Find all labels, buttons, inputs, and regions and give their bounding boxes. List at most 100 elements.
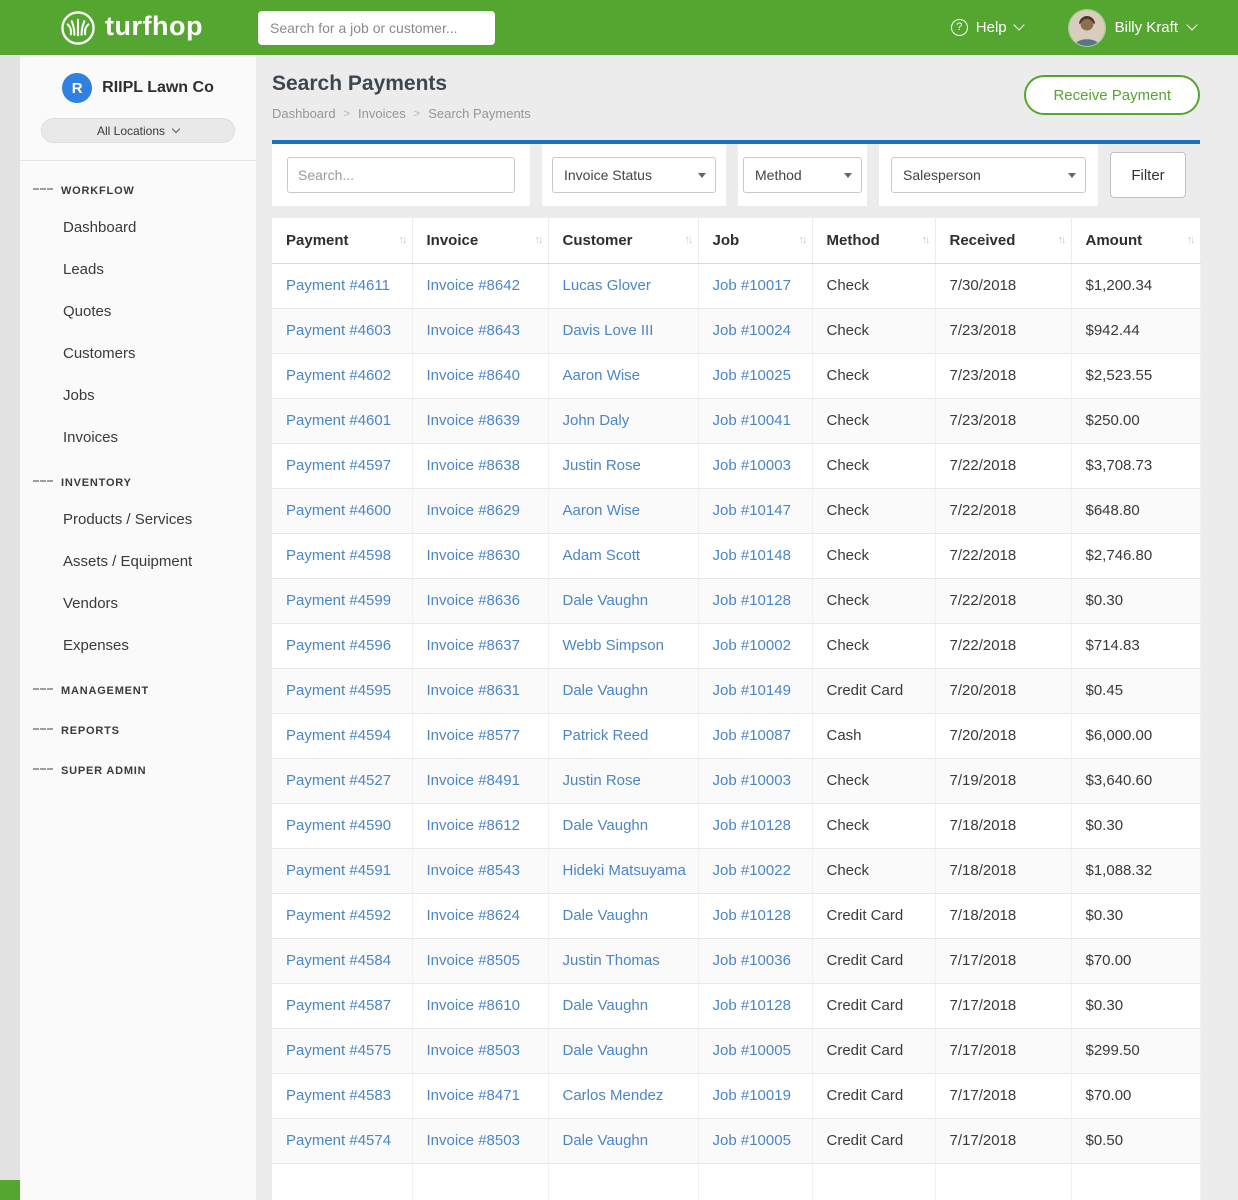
- payment-link[interactable]: Payment #4601: [286, 412, 391, 429]
- sidebar-section-management[interactable]: MANAGEMENT: [20, 667, 256, 707]
- invoice-link[interactable]: Invoice #8631: [427, 682, 520, 699]
- invoice-link[interactable]: Invoice #8640: [427, 367, 520, 384]
- sidebar-item-assets-equipment[interactable]: Assets / Equipment: [20, 541, 256, 583]
- payment-link[interactable]: Payment #4592: [286, 907, 391, 924]
- column-header-payment[interactable]: Payment↑↓: [272, 218, 412, 263]
- payment-link[interactable]: Payment #4584: [286, 952, 391, 969]
- job-link[interactable]: Job #10128: [713, 817, 791, 834]
- invoice-link[interactable]: Invoice #8636: [427, 592, 520, 609]
- customer-link[interactable]: Dale Vaughn: [563, 907, 649, 924]
- job-link[interactable]: Job #10024: [713, 322, 791, 339]
- invoice-link[interactable]: Invoice #8643: [427, 322, 520, 339]
- payment-link[interactable]: Payment #4583: [286, 1087, 391, 1104]
- sort-icon[interactable]: ↑↓: [799, 234, 806, 246]
- payment-link[interactable]: Payment #4603: [286, 322, 391, 339]
- job-link[interactable]: Job #10128: [713, 997, 791, 1014]
- payments-search-input[interactable]: [287, 157, 515, 193]
- job-link[interactable]: Job #10128: [713, 907, 791, 924]
- job-link[interactable]: Job #10036: [713, 952, 791, 969]
- customer-link[interactable]: Davis Love III: [563, 322, 654, 339]
- customer-link[interactable]: Hideki Matsuyama: [563, 862, 686, 879]
- column-header-customer[interactable]: Customer↑↓: [548, 218, 698, 263]
- breadcrumb-link[interactable]: Invoices: [358, 106, 406, 121]
- payment-link[interactable]: Payment #4527: [286, 772, 391, 789]
- customer-link[interactable]: Dale Vaughn: [563, 997, 649, 1014]
- payment-link[interactable]: Payment #4596: [286, 637, 391, 654]
- invoice-link[interactable]: Invoice #8639: [427, 412, 520, 429]
- sort-icon[interactable]: ↑↓: [922, 234, 929, 246]
- customer-link[interactable]: Patrick Reed: [563, 727, 649, 744]
- invoice-link[interactable]: Invoice #8638: [427, 457, 520, 474]
- invoice-link[interactable]: Invoice #8471: [427, 1087, 520, 1104]
- method-select[interactable]: Method: [743, 157, 862, 193]
- column-header-amount[interactable]: Amount↑↓: [1071, 218, 1200, 263]
- invoice-link[interactable]: Invoice #8637: [427, 637, 520, 654]
- invoice-link[interactable]: Invoice #8630: [427, 547, 520, 564]
- sidebar-section-inventory[interactable]: INVENTORY: [20, 459, 256, 499]
- customer-link[interactable]: Webb Simpson: [563, 637, 664, 654]
- global-search-input[interactable]: [258, 11, 495, 45]
- customer-link[interactable]: Dale Vaughn: [563, 1132, 649, 1149]
- column-header-method[interactable]: Method↑↓: [812, 218, 935, 263]
- invoice-link[interactable]: Invoice #8503: [427, 1132, 520, 1149]
- customer-link[interactable]: Justin Rose: [563, 772, 641, 789]
- invoice-link[interactable]: Invoice #8629: [427, 502, 520, 519]
- invoice-link[interactable]: Invoice #8624: [427, 907, 520, 924]
- customer-link[interactable]: Adam Scott: [563, 547, 641, 564]
- job-link[interactable]: Job #10022: [713, 862, 791, 879]
- payment-link[interactable]: Payment #4599: [286, 592, 391, 609]
- job-link[interactable]: Job #10128: [713, 592, 791, 609]
- customer-link[interactable]: Carlos Mendez: [563, 1087, 664, 1104]
- payment-link[interactable]: Payment #4597: [286, 457, 391, 474]
- invoice-link[interactable]: Invoice #8577: [427, 727, 520, 744]
- customer-link[interactable]: Aaron Wise: [563, 367, 641, 384]
- sidebar-item-products-services[interactable]: Products / Services: [20, 499, 256, 541]
- sidebar-item-customers[interactable]: Customers: [20, 333, 256, 375]
- column-header-received[interactable]: Received↑↓: [935, 218, 1071, 263]
- job-link[interactable]: Job #10002: [713, 637, 791, 654]
- payment-link[interactable]: Payment #4595: [286, 682, 391, 699]
- column-header-job[interactable]: Job↑↓: [698, 218, 812, 263]
- payment-link[interactable]: Payment #4611: [286, 277, 390, 294]
- sort-icon[interactable]: ↑↓: [399, 234, 406, 246]
- chat-widget-partial[interactable]: [0, 1180, 20, 1200]
- help-menu[interactable]: ? Help: [951, 19, 1023, 36]
- invoice-link[interactable]: Invoice #8503: [427, 1042, 520, 1059]
- sort-icon[interactable]: ↑↓: [535, 234, 542, 246]
- sidebar-item-leads[interactable]: Leads: [20, 249, 256, 291]
- customer-link[interactable]: John Daly: [563, 412, 630, 429]
- payment-link[interactable]: Payment #4594: [286, 727, 391, 744]
- sidebar-item-invoices[interactable]: Invoices: [20, 417, 256, 459]
- job-link[interactable]: Job #10149: [713, 682, 791, 699]
- job-link[interactable]: Job #10017: [713, 277, 791, 294]
- app-logo[interactable]: turfhop: [0, 10, 256, 46]
- payment-link[interactable]: Payment #4587: [286, 997, 391, 1014]
- payment-link[interactable]: Payment #4598: [286, 547, 391, 564]
- sort-icon[interactable]: ↑↓: [1058, 234, 1065, 246]
- sidebar-section-workflow[interactable]: WORKFLOW: [20, 167, 256, 207]
- sidebar-item-dashboard[interactable]: Dashboard: [20, 207, 256, 249]
- column-header-invoice[interactable]: Invoice↑↓: [412, 218, 548, 263]
- customer-link[interactable]: Justin Thomas: [563, 952, 660, 969]
- sidebar-item-vendors[interactable]: Vendors: [20, 583, 256, 625]
- filter-button[interactable]: Filter: [1110, 152, 1186, 198]
- job-link[interactable]: Job #10025: [713, 367, 791, 384]
- sort-icon[interactable]: ↑↓: [685, 234, 692, 246]
- sidebar-item-quotes[interactable]: Quotes: [20, 291, 256, 333]
- user-menu[interactable]: Billy Kraft: [1069, 10, 1196, 46]
- sort-icon[interactable]: ↑↓: [1187, 234, 1194, 246]
- sidebar-section-super-admin[interactable]: SUPER ADMIN: [20, 747, 256, 787]
- customer-link[interactable]: Dale Vaughn: [563, 817, 649, 834]
- sidebar-item-jobs[interactable]: Jobs: [20, 375, 256, 417]
- invoice-link[interactable]: Invoice #8543: [427, 862, 520, 879]
- invoice-link[interactable]: Invoice #8491: [427, 772, 520, 789]
- job-link[interactable]: Job #10148: [713, 547, 791, 564]
- receive-payment-button[interactable]: Receive Payment: [1024, 75, 1200, 115]
- customer-link[interactable]: Lucas Glover: [563, 277, 651, 294]
- job-link[interactable]: Job #10005: [713, 1132, 791, 1149]
- payment-link[interactable]: Payment #4602: [286, 367, 391, 384]
- customer-link[interactable]: Dale Vaughn: [563, 682, 649, 699]
- job-link[interactable]: Job #10005: [713, 1042, 791, 1059]
- invoice-link[interactable]: Invoice #8610: [427, 997, 520, 1014]
- job-link[interactable]: Job #10003: [713, 772, 791, 789]
